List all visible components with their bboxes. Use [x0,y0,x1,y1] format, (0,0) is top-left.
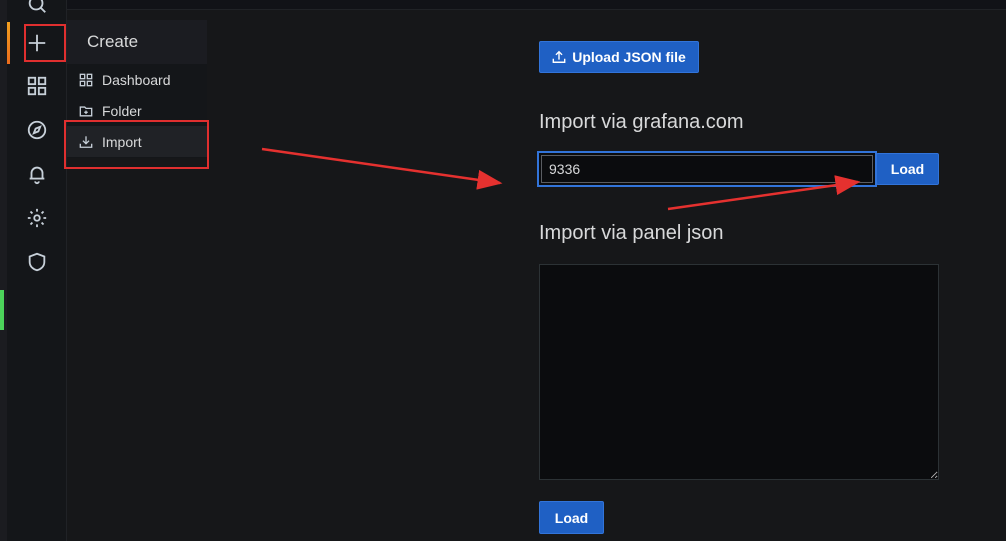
panel-json-title: Import via panel json [539,222,724,244]
upload-icon [552,50,566,63]
active-accent [7,22,10,64]
plus-annotation-box [24,24,66,62]
panel-json-textarea[interactable] [539,264,939,480]
grafana-com-field [537,151,877,187]
grafana-com-load-button[interactable]: Load [876,153,939,185]
create-menu-title: Create [67,20,207,64]
upload-json-label: Upload JSON file [572,49,686,65]
menu-item-label: Folder [102,102,142,119]
alerting-icon[interactable] [25,162,49,186]
upload-json-button[interactable]: Upload JSON file [539,41,699,73]
arrow-to-input [261,147,503,190]
edge-indicator [0,290,4,330]
folder-plus-icon [79,105,93,116]
import-annotation-box [64,120,209,169]
side-menu [7,0,67,541]
panel-json-load-button[interactable]: Load [539,501,604,534]
grafana-com-input[interactable] [541,155,873,183]
grafana-com-title: Import via grafana.com [539,111,744,133]
window-edge [0,0,7,541]
top-bar [67,0,1006,10]
shield-icon[interactable] [25,250,49,274]
explore-icon[interactable] [25,118,49,142]
dashboards-icon[interactable] [25,74,49,98]
menu-item-dashboard[interactable]: Dashboard [67,64,207,95]
settings-icon[interactable] [25,206,49,230]
search-icon[interactable] [25,0,49,16]
grafana-import-screen: Create Dashboard Folder Import Upload JS… [0,0,1006,541]
apps-icon [79,73,93,86]
menu-item-label: Dashboard [102,71,171,88]
